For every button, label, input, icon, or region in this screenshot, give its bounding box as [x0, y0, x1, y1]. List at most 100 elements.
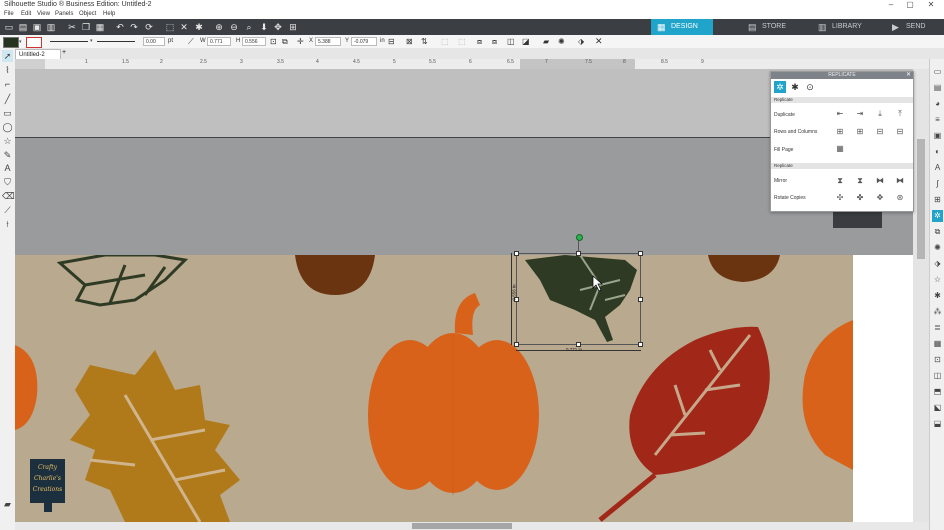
- pencil-tool-icon[interactable]: ✎: [2, 149, 13, 161]
- resize-icon[interactable]: ⧉: [282, 36, 288, 47]
- point-edit-icon[interactable]: ✱: [193, 21, 205, 33]
- resize-handle[interactable]: [638, 342, 643, 347]
- add-tab-button[interactable]: +: [62, 49, 66, 56]
- send-panel-icon[interactable]: ◫: [932, 370, 943, 382]
- stroke-icon[interactable]: ▣: [932, 130, 943, 142]
- row-left-icon[interactable]: ⊞: [835, 127, 845, 137]
- rotation-handle[interactable]: [576, 234, 583, 241]
- open-folder-icon[interactable]: ▤: [17, 21, 29, 33]
- offset-icon[interactable]: ✺: [558, 36, 565, 47]
- resize-handle[interactable]: [514, 251, 519, 256]
- rotate-3-copies-icon[interactable]: ✤: [855, 193, 865, 203]
- transform-panel-icon[interactable]: ⊞: [932, 194, 943, 206]
- lock-aspect-icon[interactable]: ⊡: [270, 36, 277, 47]
- menu-edit[interactable]: Edit: [21, 10, 31, 19]
- transform-icon[interactable]: ⊠: [406, 36, 413, 47]
- mirror-above-icon[interactable]: ⧗: [855, 176, 865, 186]
- rectangle-tool-icon[interactable]: ▭: [2, 107, 13, 119]
- modify-icon[interactable]: ⧉: [932, 226, 943, 238]
- tab-store[interactable]: ▤ STORE: [742, 19, 800, 35]
- row-right-icon[interactable]: ⊞: [855, 127, 865, 137]
- mirror-left-icon[interactable]: ⧓: [875, 176, 885, 186]
- document-tab[interactable]: Untitled-2: [15, 49, 61, 59]
- save-icon[interactable]: ▣: [31, 21, 43, 33]
- emboss-icon[interactable]: ⬒: [932, 386, 943, 398]
- horizontal-scrollbar[interactable]: [15, 522, 929, 530]
- y-position-field[interactable]: -0.079: [351, 37, 377, 46]
- close-button[interactable]: ✕: [924, 0, 938, 10]
- panel-title[interactable]: REPLICATE: [771, 72, 913, 79]
- layers-icon[interactable]: ≣: [932, 322, 943, 334]
- replicate-advanced-tab-icon[interactable]: ✱: [789, 81, 801, 93]
- x-position-field[interactable]: 5.388: [315, 37, 341, 46]
- arrange-back-icon[interactable]: ⧈: [492, 36, 497, 47]
- select-tool-icon[interactable]: ➚: [2, 50, 13, 62]
- ungroup-icon[interactable]: ⬚: [458, 36, 466, 47]
- line-tool-icon[interactable]: ⟋: [188, 36, 194, 47]
- undo-icon[interactable]: ↶: [114, 21, 126, 33]
- text-style-icon[interactable]: A: [932, 162, 943, 174]
- deselect-icon[interactable]: ✕: [178, 21, 190, 33]
- menu-panels[interactable]: Panels: [55, 10, 73, 19]
- flip-icon[interactable]: ⇅: [421, 36, 428, 47]
- align-icon[interactable]: ⊟: [388, 36, 395, 47]
- panel-close-icon[interactable]: ✕: [906, 72, 911, 79]
- refresh-icon[interactable]: ⟳: [143, 21, 155, 33]
- pan-icon[interactable]: ✥: [272, 21, 284, 33]
- resize-handle[interactable]: [638, 251, 643, 256]
- print-icon[interactable]: ▥: [45, 21, 57, 33]
- line-color-swatch[interactable]: [26, 37, 42, 48]
- move-icon[interactable]: ✛: [297, 36, 304, 47]
- resize-handle[interactable]: [638, 297, 643, 302]
- rotate-tab-icon[interactable]: ⊙: [804, 81, 816, 93]
- fill-dropdown-icon[interactable]: ▾: [19, 39, 22, 45]
- replicate-panel-icon[interactable]: ✲: [932, 210, 943, 222]
- zoom-in-icon[interactable]: ⊕: [213, 21, 225, 33]
- height-field[interactable]: 0.556: [242, 37, 266, 46]
- edit-points-tool-icon[interactable]: ⌇: [2, 64, 13, 76]
- menu-view[interactable]: View: [37, 10, 50, 19]
- arrange-front-icon[interactable]: ⧈: [477, 36, 482, 47]
- rotate-many-copies-icon[interactable]: ⊛: [895, 193, 905, 203]
- width-field[interactable]: 0.771: [207, 37, 231, 46]
- release-compound-icon[interactable]: ◪: [522, 36, 530, 47]
- brush-tool-icon[interactable]: ⟋: [2, 204, 13, 216]
- delete-icon[interactable]: ✕: [595, 36, 603, 47]
- polygon-tool-icon[interactable]: ☆: [2, 135, 13, 147]
- fill-panel-icon[interactable]: ◕: [932, 98, 943, 110]
- duplicate-below-icon[interactable]: ⤓: [875, 109, 885, 119]
- line-style-icon[interactable]: ≡: [932, 114, 943, 126]
- design-store-icon[interactable]: ▦: [932, 338, 943, 350]
- column-above-icon[interactable]: ⊟: [895, 127, 905, 137]
- ellipse-tool-icon[interactable]: ◯: [2, 121, 13, 133]
- horizontal-scroll-thumb[interactable]: [412, 523, 512, 529]
- knife-tool-icon[interactable]: ⌐: [2, 78, 13, 90]
- line-weight-preview[interactable]: [97, 41, 135, 42]
- selection-box[interactable]: [516, 253, 641, 345]
- line-tool-icon[interactable]: ╱: [2, 93, 13, 105]
- panel-dark-button[interactable]: [833, 212, 882, 228]
- tab-design[interactable]: ▦ DESIGN: [651, 19, 713, 35]
- print-cut-icon[interactable]: ⊡: [932, 354, 943, 366]
- menu-file[interactable]: File: [4, 10, 14, 19]
- fill-page-icon[interactable]: ▦: [835, 144, 845, 154]
- offset-panel-icon[interactable]: ✺: [932, 242, 943, 254]
- weld-icon[interactable]: ▰: [543, 36, 549, 47]
- curve-icon[interactable]: ∫: [932, 178, 943, 190]
- menu-help[interactable]: Help: [103, 10, 115, 19]
- make-compound-icon[interactable]: ◫: [507, 36, 515, 47]
- select-all-icon[interactable]: ⬚: [164, 21, 176, 33]
- duplicate-above-icon[interactable]: ⤒: [895, 109, 905, 119]
- copy-icon[interactable]: ❐: [80, 21, 92, 33]
- trace-icon[interactable]: ⬗: [578, 36, 584, 47]
- mirror-below-icon[interactable]: ⧗: [835, 176, 845, 186]
- eraser-tool-icon[interactable]: ⌫: [2, 190, 15, 202]
- rhinestone-icon[interactable]: ✱: [932, 290, 943, 302]
- warp-icon[interactable]: ⬕: [932, 402, 943, 414]
- rotate-4-copies-icon[interactable]: ✥: [875, 193, 885, 203]
- minimize-button[interactable]: –: [884, 0, 898, 10]
- vertical-scrollbar[interactable]: [913, 69, 929, 522]
- fill-color-swatch[interactable]: [3, 37, 19, 48]
- page-setup-icon[interactable]: ▭: [932, 66, 943, 78]
- transparency-icon[interactable]: ◐: [932, 146, 943, 158]
